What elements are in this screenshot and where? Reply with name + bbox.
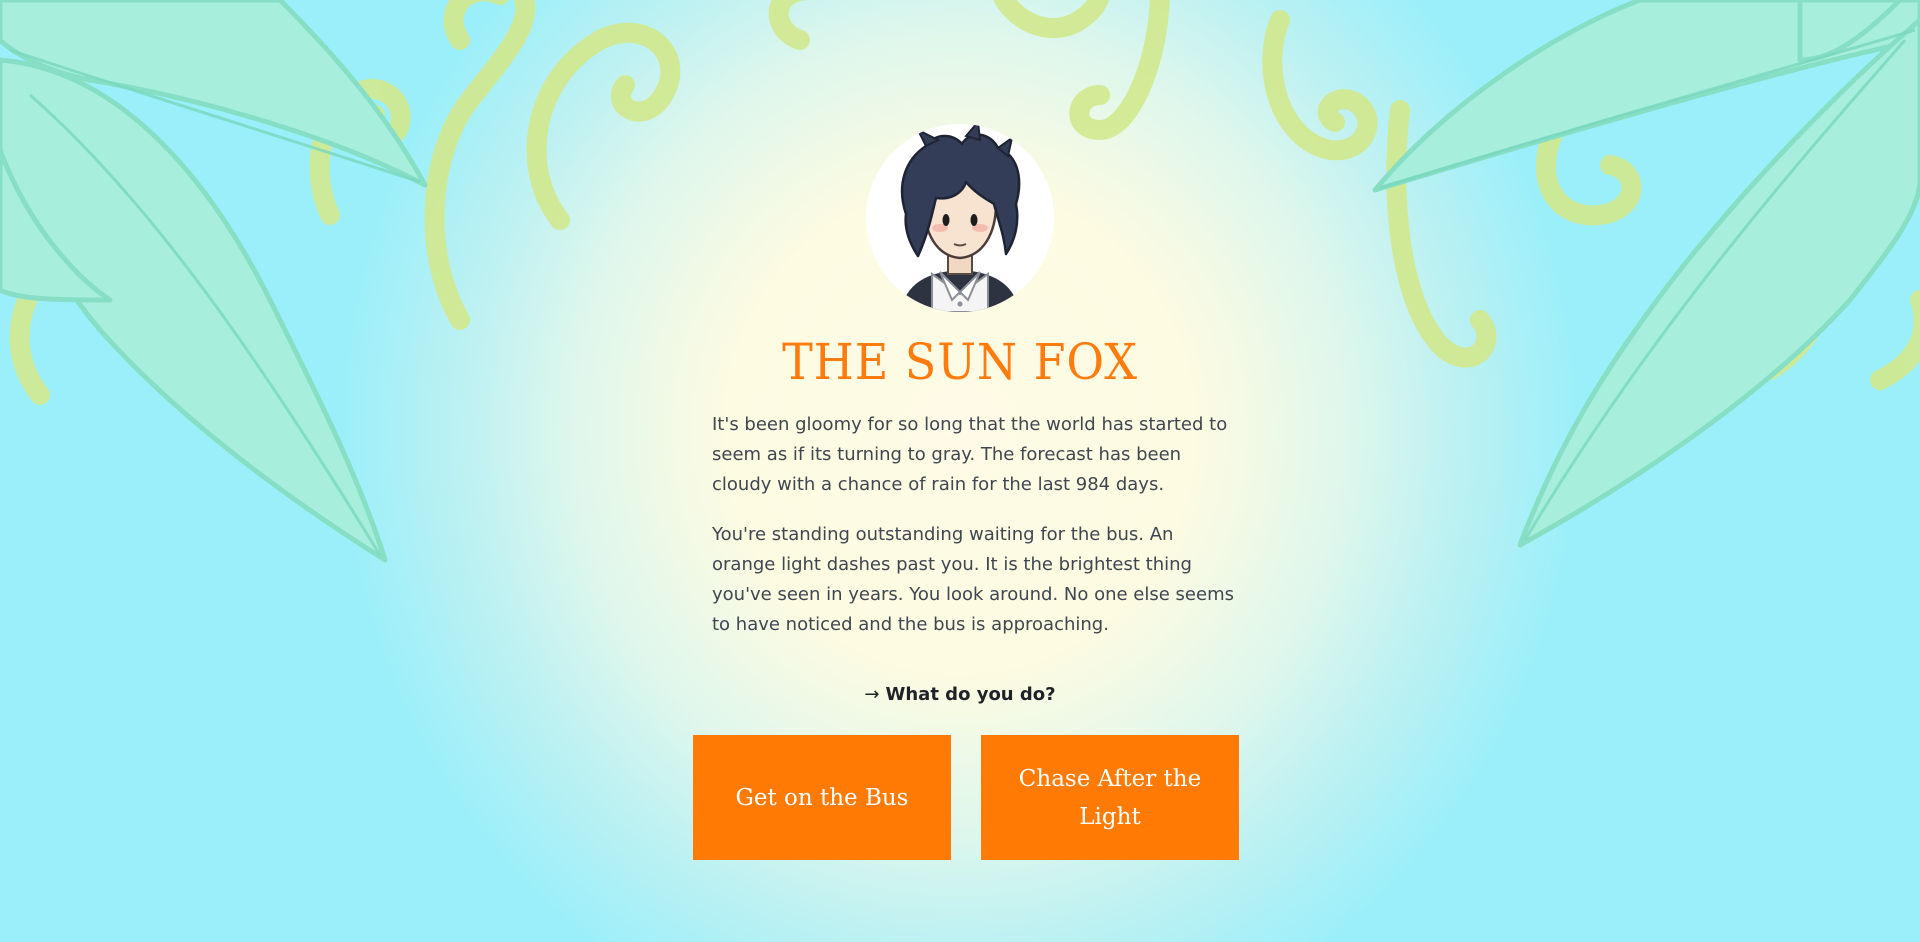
character-avatar xyxy=(866,124,1054,312)
arrow-right-icon: → xyxy=(864,684,880,705)
choice-prompt-text: What do you do? xyxy=(885,684,1056,705)
character-portrait-icon xyxy=(900,124,1021,312)
game-screen: THE SUN FOX It's been gloomy for so long… xyxy=(0,0,1920,942)
choice-button-get-on-bus[interactable]: Get on the Bus xyxy=(693,735,951,860)
story-paragraph: You're standing outstanding waiting for … xyxy=(712,524,1234,635)
game-title: THE SUN FOX xyxy=(782,333,1138,391)
story-text: It's been gloomy for so long that the wo… xyxy=(712,410,1242,660)
story-paragraph: It's been gloomy for so long that the wo… xyxy=(712,414,1228,495)
choice-prompt: → What do you do? xyxy=(660,680,1260,710)
choice-button-chase-light[interactable]: Chase After the Light xyxy=(981,735,1239,860)
